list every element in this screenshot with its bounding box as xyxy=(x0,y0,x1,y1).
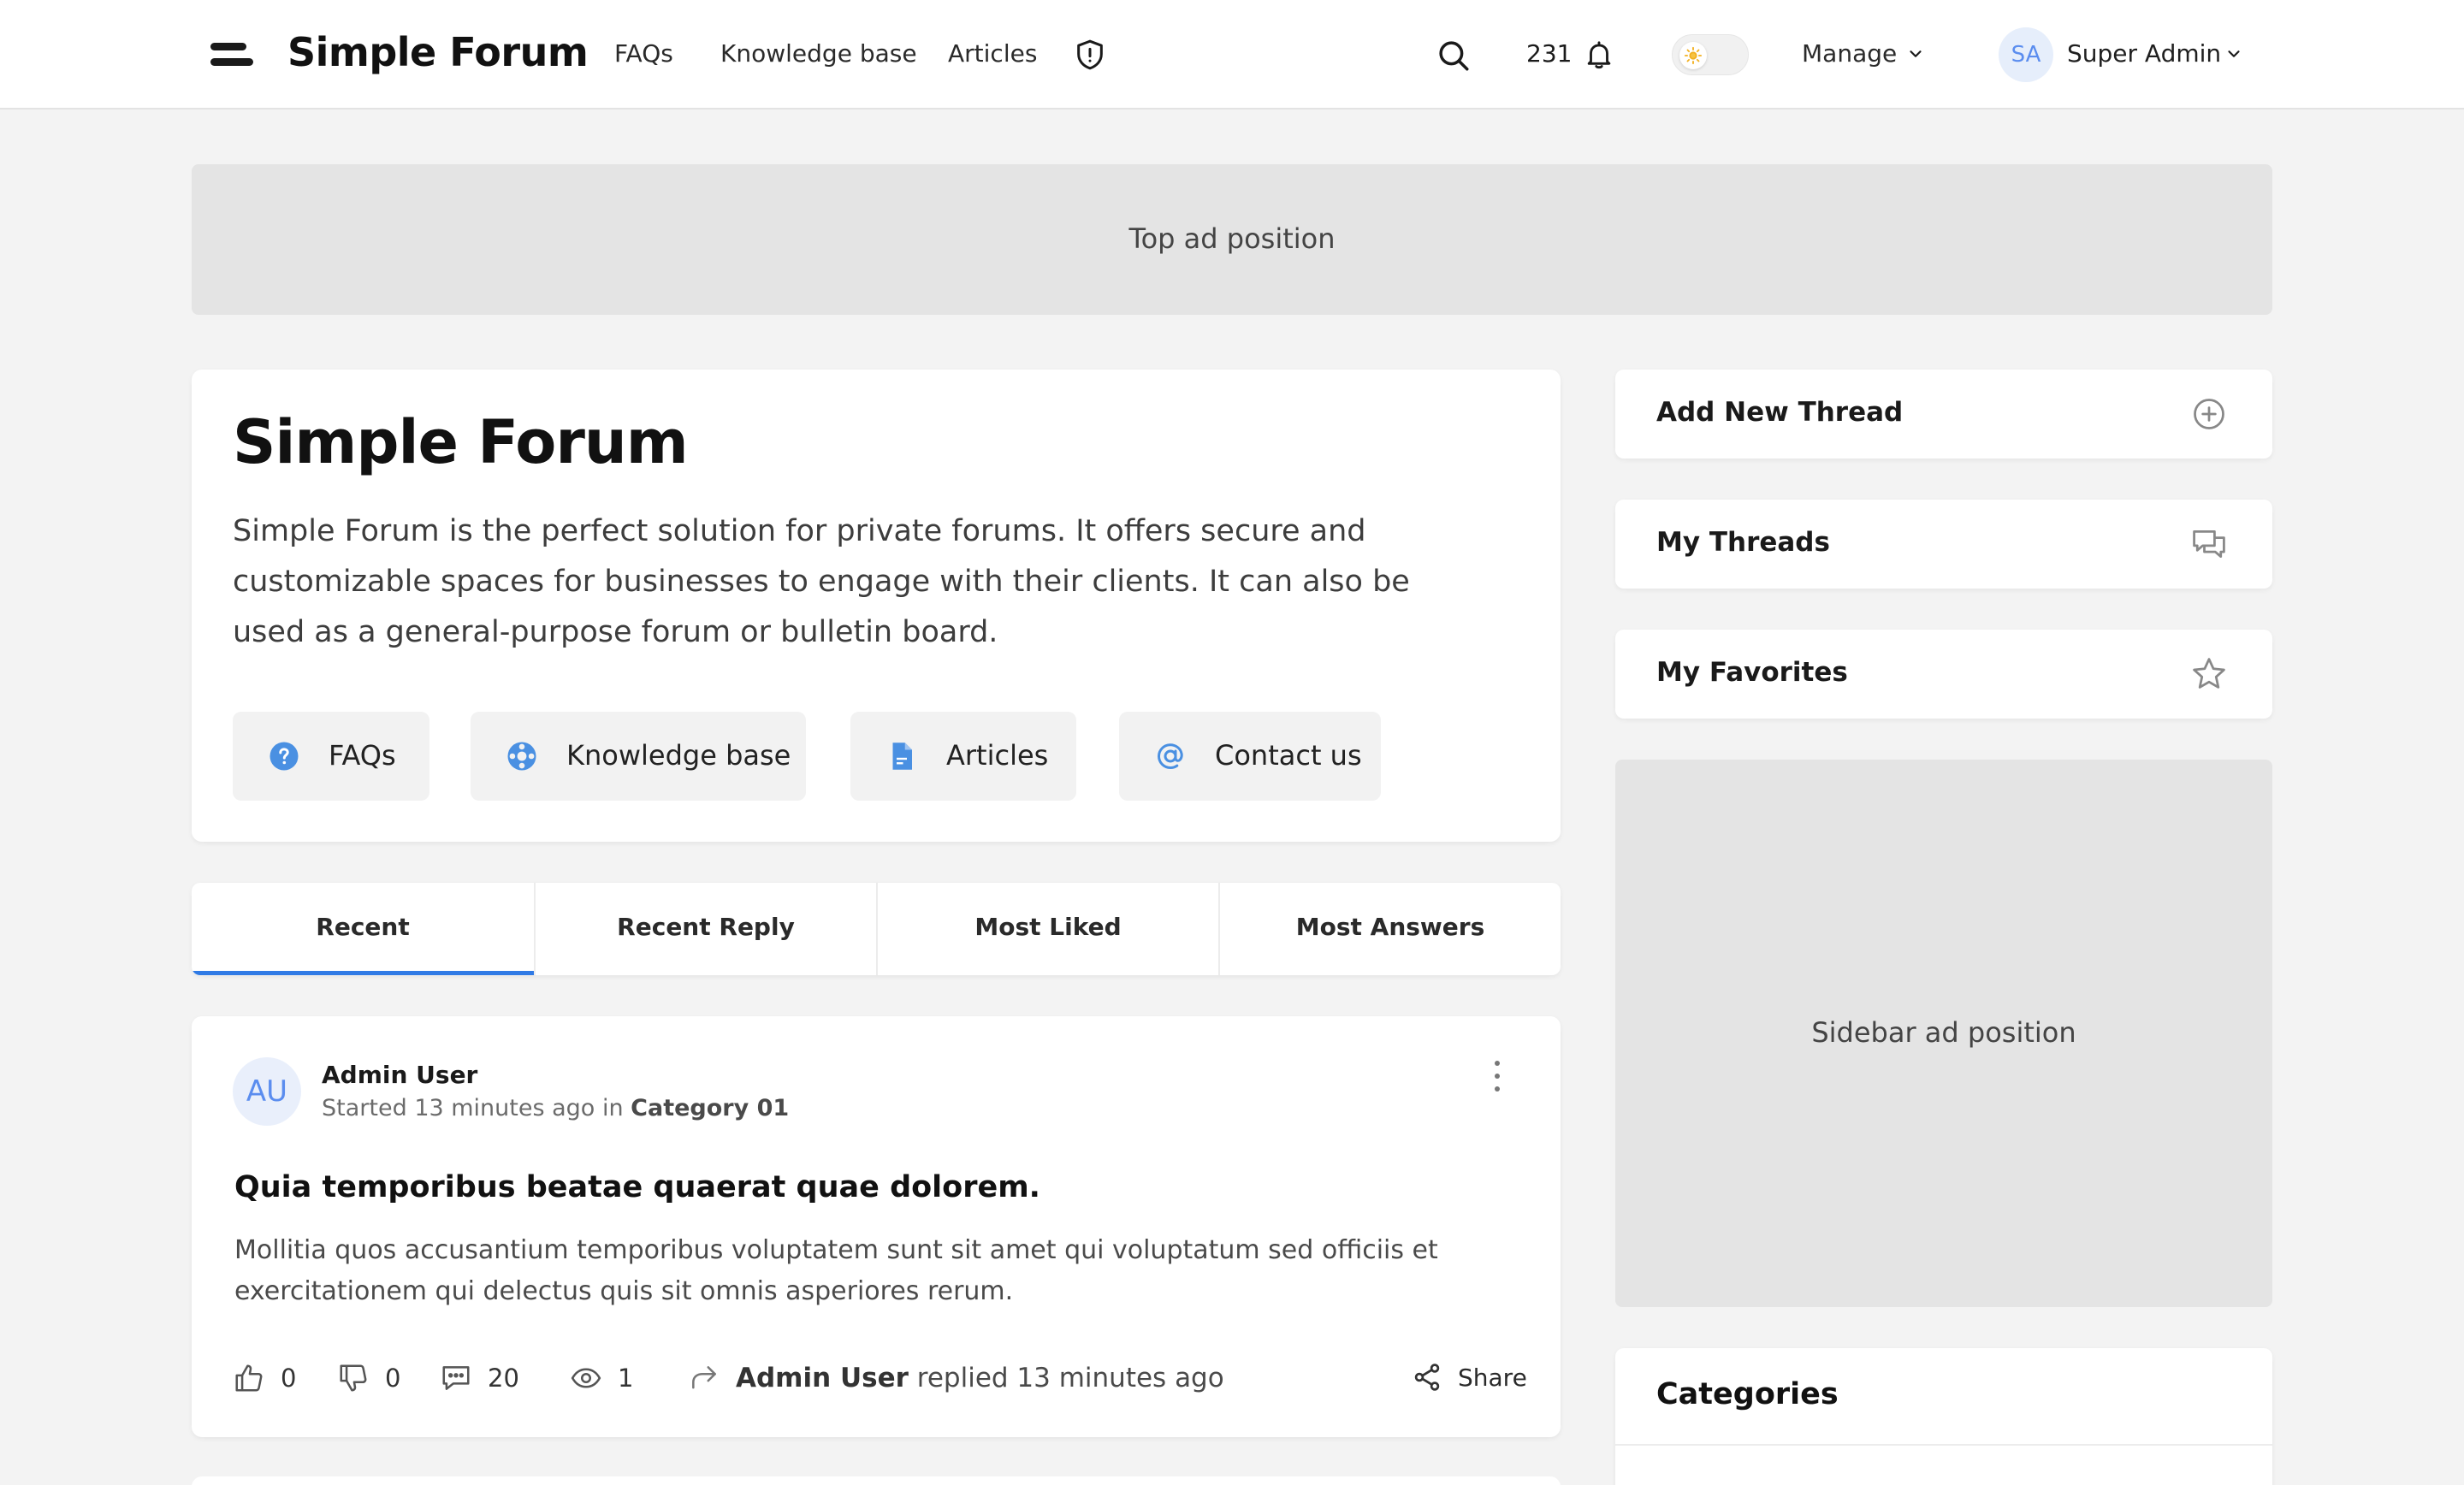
search-icon[interactable] xyxy=(1436,38,1472,74)
my-threads-label: My Threads xyxy=(1656,527,1830,558)
thumbs-up-icon xyxy=(235,1364,263,1392)
comment-icon xyxy=(442,1366,470,1390)
lifebuoy-icon xyxy=(507,742,536,771)
user-avatar[interactable]: SA xyxy=(1999,27,2053,82)
categories-title: Categories xyxy=(1656,1377,1839,1411)
reply-arrow-icon xyxy=(692,1366,716,1389)
articles-button-label: Articles xyxy=(946,739,1049,772)
sun-icon xyxy=(1684,46,1703,65)
started-time: 13 minutes ago xyxy=(414,1095,595,1121)
top-ad-label: Top ad position xyxy=(1128,222,1336,255)
next-thread-card xyxy=(192,1476,1561,1485)
thread-card: AU Admin User Started 13 minutes ago in … xyxy=(192,1016,1561,1437)
articles-button[interactable]: Articles xyxy=(850,712,1076,801)
hero-title: Simple Forum xyxy=(233,407,689,477)
faqs-button-label: FAQs xyxy=(329,739,396,772)
dislike-count: 0 xyxy=(385,1364,401,1393)
nav-articles-link[interactable]: Articles xyxy=(948,39,1037,68)
menu-logo-icon[interactable] xyxy=(210,43,253,67)
chevron-down-icon[interactable] xyxy=(2224,44,2243,63)
started-prefix: Started xyxy=(322,1095,407,1121)
chat-bubbles-icon xyxy=(2193,530,2225,559)
author-avatar[interactable]: AU xyxy=(233,1057,301,1126)
at-sign-icon xyxy=(1157,743,1183,770)
last-reply-info: Admin User replied 13 minutes ago xyxy=(736,1363,1224,1393)
forum-page: Simple Forum FAQs Knowledge base Article… xyxy=(0,0,2464,1485)
question-circle-icon xyxy=(270,742,299,771)
top-navbar: Simple Forum FAQs Knowledge base Article… xyxy=(0,0,2464,109)
nav-faqs-link[interactable]: FAQs xyxy=(614,39,673,68)
knowledge-base-button[interactable]: Knowledge base xyxy=(471,712,806,801)
tab-most-liked[interactable]: Most Liked xyxy=(876,883,1218,975)
thumbs-down-icon xyxy=(340,1364,367,1392)
brand-title[interactable]: Simple Forum xyxy=(287,29,589,75)
share-icon xyxy=(1414,1364,1440,1391)
sidebar-ad-banner: Sidebar ad position xyxy=(1615,760,2272,1307)
eye-icon xyxy=(571,1368,601,1388)
my-threads-button[interactable]: My Threads xyxy=(1615,500,2272,589)
shield-icon[interactable] xyxy=(1073,38,1107,72)
chevron-down-icon[interactable] xyxy=(1906,44,1925,63)
last-reply-user[interactable]: Admin User xyxy=(736,1363,909,1393)
manage-menu[interactable]: Manage xyxy=(1802,39,1897,68)
hero-description: Simple Forum is the perfect solution for… xyxy=(233,514,1410,649)
like-count: 0 xyxy=(281,1364,297,1393)
thread-title[interactable]: Quia temporibus beatae quaerat quae dolo… xyxy=(234,1170,1040,1204)
knowledge-base-button-label: Knowledge base xyxy=(566,739,791,772)
categories-panel: Categories xyxy=(1615,1348,2272,1485)
my-favorites-label: My Favorites xyxy=(1656,657,1848,688)
share-label: Share xyxy=(1458,1364,1527,1392)
add-new-thread-label: Add New Thread xyxy=(1656,397,1904,428)
document-icon xyxy=(892,742,912,770)
faqs-button[interactable]: FAQs xyxy=(233,712,429,801)
comment-count: 20 xyxy=(488,1364,519,1393)
top-ad-banner: Top ad position xyxy=(192,164,2272,315)
categories-divider xyxy=(1615,1444,2272,1446)
tab-recent[interactable]: Recent xyxy=(192,883,534,975)
hero-card: Simple Forum Simple Forum is the perfect… xyxy=(192,370,1561,842)
tab-most-answers[interactable]: Most Answers xyxy=(1218,883,1561,975)
sidebar-ad-label: Sidebar ad position xyxy=(1811,1016,2076,1049)
in-word: in xyxy=(601,1095,624,1121)
bell-icon[interactable] xyxy=(1583,38,1615,72)
view-count: 1 xyxy=(618,1364,634,1393)
thread-author[interactable]: Admin User xyxy=(322,1061,477,1089)
last-reply-text: replied 13 minutes ago xyxy=(916,1363,1224,1393)
add-new-thread-button[interactable]: Add New Thread xyxy=(1615,370,2272,459)
plus-circle-icon xyxy=(2194,399,2224,429)
notification-count[interactable]: 231 xyxy=(1526,39,1572,68)
tab-recent-reply[interactable]: Recent Reply xyxy=(534,883,876,975)
more-options-icon[interactable] xyxy=(1492,1061,1502,1095)
contact-us-button-label: Contact us xyxy=(1215,739,1362,772)
user-name[interactable]: Super Admin xyxy=(2067,39,2221,68)
my-favorites-button[interactable]: My Favorites xyxy=(1615,630,2272,719)
contact-us-button[interactable]: Contact us xyxy=(1119,712,1381,801)
thread-category-link[interactable]: Category 01 xyxy=(631,1095,789,1121)
thread-excerpt: Mollitia quos accusantium temporibus vol… xyxy=(234,1235,1438,1306)
star-icon xyxy=(2193,658,2225,689)
thread-tabs: Recent Recent Reply Most Liked Most Answ… xyxy=(192,883,1561,975)
theme-toggle[interactable] xyxy=(1672,34,1749,75)
thread-meta: Started 13 minutes ago in Category 01 xyxy=(322,1095,789,1121)
nav-knowledge-base-link[interactable]: Knowledge base xyxy=(720,39,917,68)
